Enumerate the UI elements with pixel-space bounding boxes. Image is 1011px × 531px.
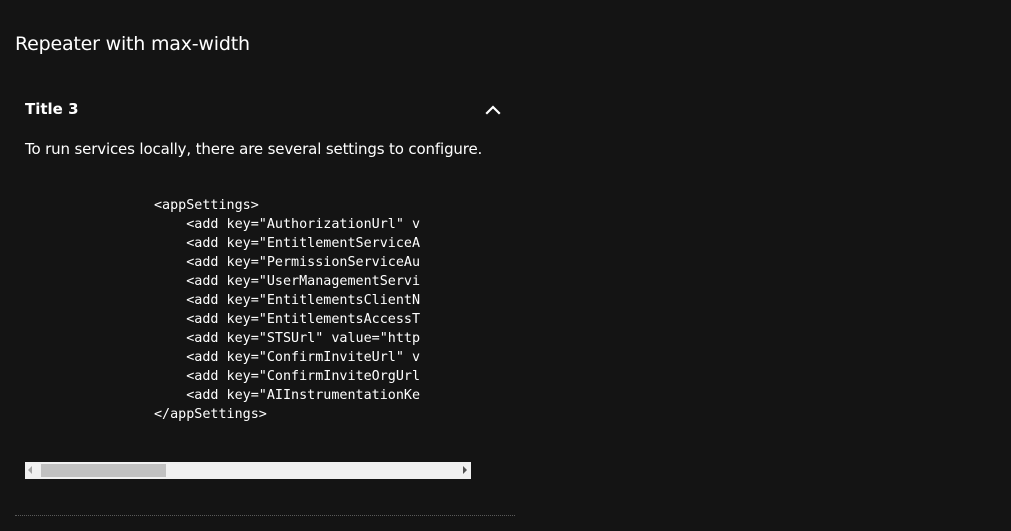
code-line: <add key="UserManagementServi	[25, 274, 421, 289]
section-heading: Repeater with max-width	[15, 33, 250, 55]
code-line: <add key="EntitlementServiceA	[25, 236, 421, 251]
code-line: <add key="ConfirmInviteOrgUrl	[25, 369, 421, 384]
code-viewport[interactable]: <appSettings> <add key="AuthorizationUrl…	[25, 188, 471, 458]
code-line: <add key="STSUrl" value="http	[25, 331, 421, 346]
code-line: <add key="AIInstrumentationKe	[25, 388, 421, 403]
expander-header[interactable]: Title 3	[15, 88, 515, 130]
horizontal-scrollbar[interactable]	[25, 462, 471, 479]
code-line: <appSettings>	[25, 198, 259, 213]
code-line: <add key="ConfirmInviteUrl" v	[25, 350, 421, 365]
chevron-up-icon[interactable]	[485, 102, 501, 118]
scrollbar-thumb[interactable]	[41, 464, 166, 477]
expander-description: To run services locally, there are sever…	[25, 140, 483, 158]
scroll-right-arrow-icon[interactable]	[463, 466, 467, 474]
divider	[15, 515, 515, 516]
code-line: </appSettings>	[25, 407, 267, 422]
expander-title: Title 3	[25, 100, 79, 118]
code-line: <add key="EntitlementsAccessT	[25, 312, 421, 327]
code-line: <add key="AuthorizationUrl" v	[25, 217, 421, 232]
code-line: <add key="EntitlementsClientN	[25, 293, 421, 308]
code-block: <appSettings> <add key="AuthorizationUrl…	[25, 196, 420, 424]
scroll-left-arrow-icon[interactable]	[28, 466, 32, 474]
page: Repeater with max-width Title 3 To run s…	[0, 0, 1011, 531]
code-line: <add key="PermissionServiceAu	[25, 255, 421, 270]
